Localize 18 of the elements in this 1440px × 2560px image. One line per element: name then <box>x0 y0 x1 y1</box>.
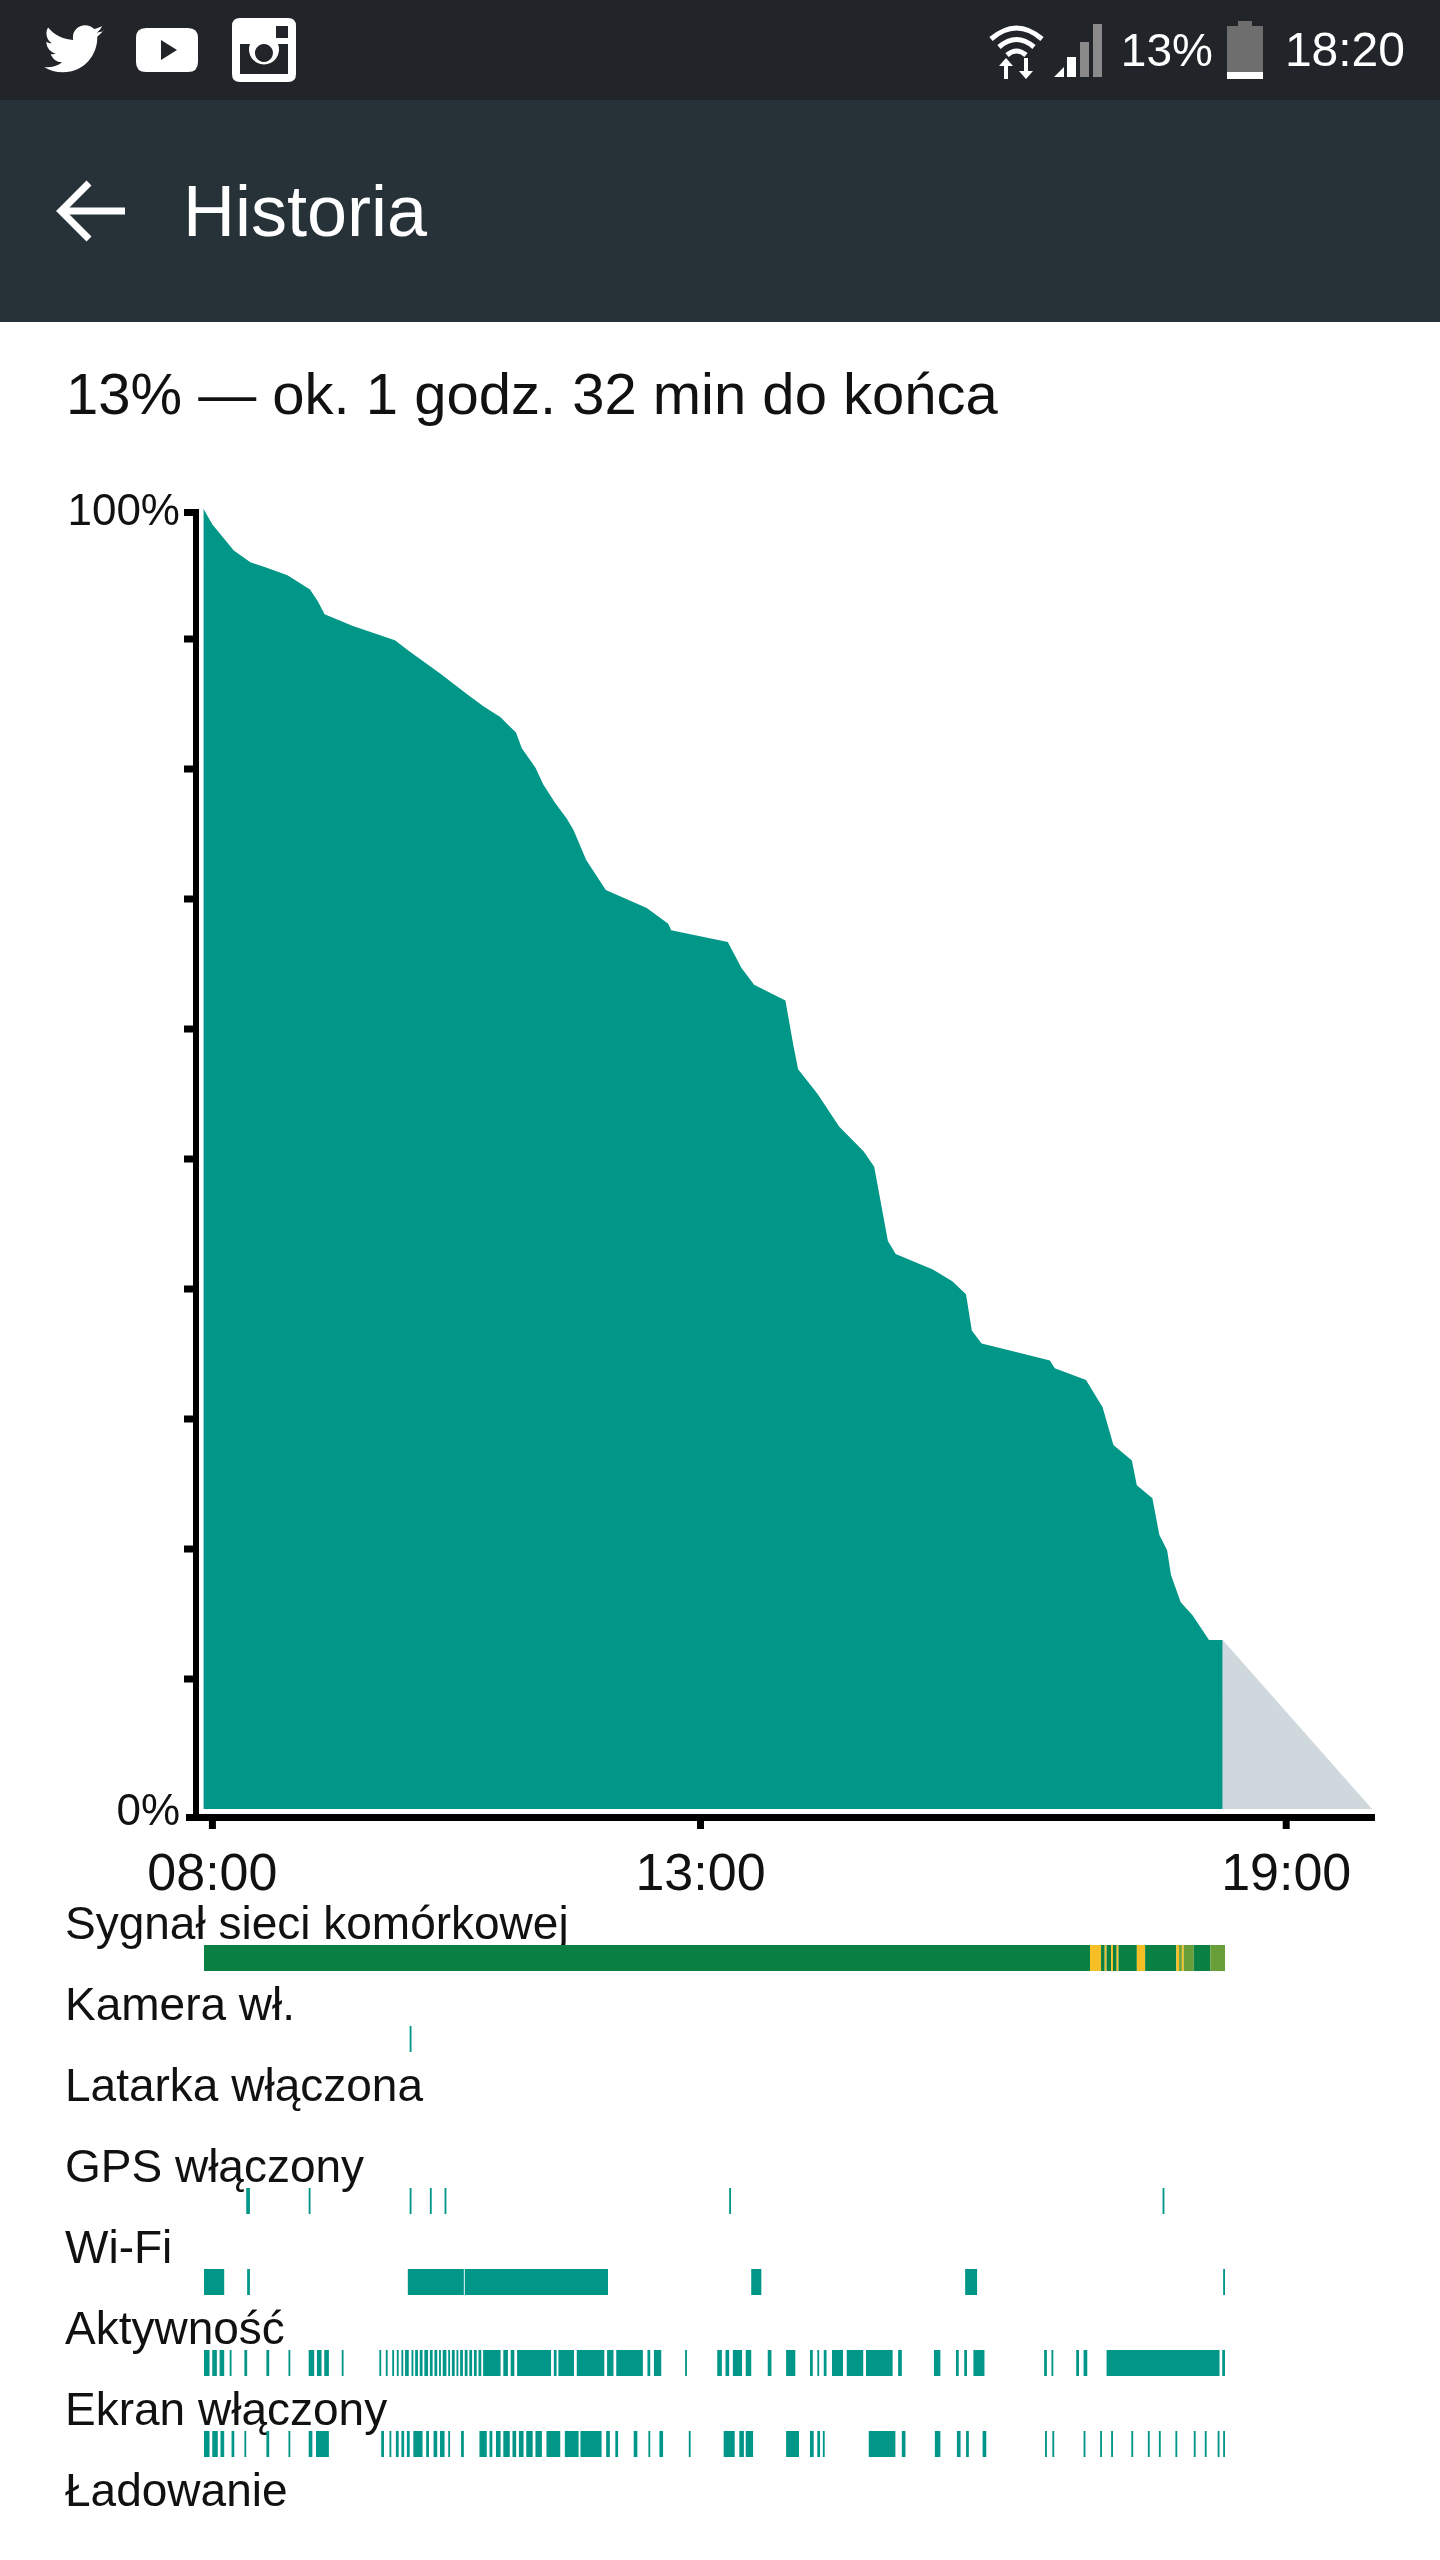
back-arrow-icon[interactable] <box>55 179 125 243</box>
battery-icon <box>1226 21 1263 79</box>
x-axis-label: 19:00 <box>1221 1843 1352 1901</box>
y-axis-label: 0% <box>116 1784 180 1834</box>
camera-timeline <box>409 2026 412 2052</box>
clock-time: 18:20 <box>1284 26 1405 74</box>
x-axis-label: 13:00 <box>635 1843 766 1901</box>
signal-icon <box>1053 23 1105 77</box>
x-axis-label: 08:00 <box>147 1843 278 1901</box>
timeline-label: Kamera wł. <box>65 1982 296 2026</box>
bird-icon <box>44 25 104 75</box>
play-button-icon <box>136 28 198 72</box>
y-axis-label: 100% <box>67 484 180 534</box>
battery-percentage: 13% <box>1120 27 1213 73</box>
timeline-label: Ładowanie <box>65 2468 288 2512</box>
screen-title: Historia <box>183 175 428 247</box>
camera-icon <box>232 18 296 82</box>
timeline-label: Wi-Fi <box>65 2225 173 2269</box>
